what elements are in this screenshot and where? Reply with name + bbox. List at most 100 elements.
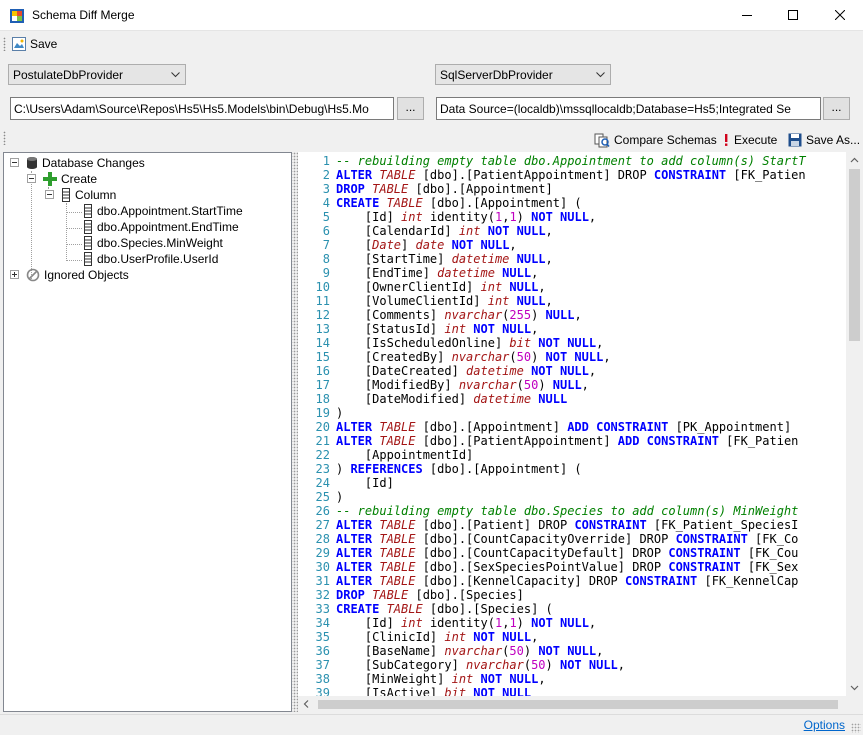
code-token: NULL [509, 252, 546, 266]
code-token: DROP [336, 182, 373, 196]
code-token: [dbo].[SexSpeciesPointValue] DROP [415, 560, 669, 574]
code-token: [MinWeight] [336, 672, 452, 686]
tree-node-create[interactable]: Create [43, 171, 97, 187]
code-line: [StartTime] datetime NULL, [336, 252, 553, 266]
minimize-button[interactable] [724, 0, 770, 31]
line-number: 26 [315, 504, 330, 518]
code-token: datetime [473, 392, 532, 406]
code-token: CONSTRAINT [625, 574, 698, 588]
line-number: 30 [315, 560, 330, 574]
scroll-left-icon [303, 700, 309, 708]
tree-node-column-item[interactable]: dbo.Appointment.EndTime [83, 219, 239, 235]
line-number-gutter: 1 2 3 4 5 6 7 8 9 10 11 12 13 14 15 16 17 18 19 20 21 22 23 24 2… [298, 152, 334, 700]
title-bar: Schema Diff Merge [0, 0, 863, 31]
code-token: [dbo].[CountCapacityDefault] DROP [415, 546, 669, 560]
resize-grip[interactable] [851, 723, 861, 733]
line-number: 5 [322, 210, 330, 224]
target-provider-select[interactable]: SqlServerDbProvider [435, 64, 611, 85]
sql-script-editor[interactable]: 1 2 3 4 5 6 7 8 9 10 11 12 13 14 15 16 17 18 19 20 21 22 23 24 2… [298, 152, 863, 712]
tree-node-column-item[interactable]: dbo.UserProfile.UserId [83, 251, 218, 267]
code-token: NOT NULL [531, 616, 589, 630]
code-token: date [415, 238, 445, 252]
collapse-column-toggle[interactable] [45, 190, 54, 199]
source-path-input[interactable]: C:\Users\Adam\Source\Repos\Hs5\Hs5.Model… [10, 97, 394, 120]
code-token: [dbo].[PatientAppointment] DROP [415, 168, 654, 182]
collapse-create-toggle[interactable] [27, 174, 36, 183]
code-token: , [531, 322, 539, 336]
tree-label: Ignored Objects [44, 268, 129, 282]
target-provider-value: SqlServerDbProvider [440, 68, 553, 82]
line-number: 32 [315, 588, 330, 602]
code-token: ) [516, 210, 532, 224]
toolbar-grip[interactable] [3, 37, 6, 51]
line-number: 28 [315, 532, 330, 546]
tree-node-column[interactable]: Column [61, 187, 116, 203]
tree-node-column-item[interactable]: dbo.Appointment.StartTime [83, 203, 243, 219]
target-connection-input[interactable]: Data Source=(localdb)\mssqllocaldb;Datab… [436, 97, 821, 120]
execute-button[interactable]: Execute [722, 130, 777, 150]
code-token: nvarchar [444, 644, 503, 658]
code-token: [PK_Appointment] [668, 420, 792, 434]
code-token: NOT NULL [531, 210, 589, 224]
compare-schemas-label: Compare Schemas [614, 133, 717, 147]
execute-label: Execute [734, 133, 778, 147]
code-token: TABLE [379, 560, 416, 574]
vertical-scrollbar[interactable] [846, 152, 863, 696]
line-number: 25 [315, 490, 330, 504]
code-line: [BaseName] nvarchar(50) NOT NULL, [336, 644, 603, 658]
expand-ignored-toggle[interactable] [10, 270, 19, 279]
save-button[interactable]: Save [12, 34, 57, 54]
code-line: [StatusId] int NOT NULL, [336, 322, 538, 336]
actions-grip[interactable] [3, 131, 6, 145]
changes-tree[interactable]: Database Changes Create Column dbo.Appoi… [3, 152, 292, 712]
horizontal-scrollbar[interactable] [298, 696, 846, 712]
save-as-button[interactable]: Save As... [788, 130, 860, 150]
compare-schemas-button[interactable]: Compare Schemas [594, 130, 717, 150]
line-number: 8 [322, 252, 330, 266]
tree-label: dbo.Appointment.StartTime [97, 204, 243, 218]
maximize-button[interactable] [770, 0, 816, 31]
vertical-scroll-thumb[interactable] [849, 169, 860, 341]
tree-node-column-item[interactable]: dbo.Species.MinWeight [83, 235, 223, 251]
tree-label: Column [75, 188, 117, 202]
code-token: ( [516, 378, 524, 392]
line-number: 2 [322, 168, 330, 182]
target-browse-button[interactable]: ... [823, 97, 850, 120]
close-button[interactable] [817, 0, 863, 31]
code-line: [Id] int identity(1,1) NOT NULL, [336, 616, 596, 630]
line-number: 15 [315, 350, 330, 364]
source-path-value: C:\Users\Adam\Source\Repos\Hs5\Hs5.Model… [14, 102, 369, 116]
code-area[interactable]: -- rebuilding empty table dbo.Appointmen… [336, 154, 846, 696]
tree-node-database-changes[interactable]: Database Changes [26, 155, 145, 171]
code-token: ALTER [336, 168, 380, 182]
code-token: , [617, 658, 626, 672]
exclamation-icon [725, 134, 728, 146]
code-token: REFERENCES [350, 462, 423, 476]
code-token: NOT NULL [466, 322, 532, 336]
horizontal-scroll-thumb[interactable] [318, 700, 838, 709]
tree-node-ignored-objects[interactable]: Ignored Objects [26, 267, 129, 283]
code-token: nvarchar [451, 350, 510, 364]
collapse-root-toggle[interactable] [10, 158, 19, 167]
source-browse-button[interactable]: ... [397, 97, 424, 120]
code-line: DROP TABLE [dbo].[Appointment] [336, 182, 553, 196]
code-token: NOT NULL [473, 672, 539, 686]
code-token: NULL [502, 280, 539, 294]
code-line: [DateModified] datetime NULL [336, 392, 567, 406]
app-icon [10, 9, 24, 23]
code-token: NOT NULL [538, 644, 597, 658]
code-token: ) [545, 658, 560, 672]
code-token: , [588, 364, 597, 378]
maximize-icon [788, 10, 798, 20]
tree-label: dbo.UserProfile.UserId [97, 252, 219, 266]
code-token: [FK_Sex [740, 560, 799, 574]
source-provider-select[interactable]: PostulateDbProvider [8, 64, 186, 85]
code-token: NULL [545, 308, 575, 322]
code-line: -- rebuilding empty table dbo.Species to… [336, 504, 798, 518]
tree-connector [66, 228, 82, 229]
code-token: [CreatedBy] [336, 350, 452, 364]
code-token: TABLE [379, 532, 416, 546]
options-link[interactable]: Options [804, 718, 845, 732]
code-token: int [444, 630, 467, 644]
code-token: CREATE [336, 602, 387, 616]
